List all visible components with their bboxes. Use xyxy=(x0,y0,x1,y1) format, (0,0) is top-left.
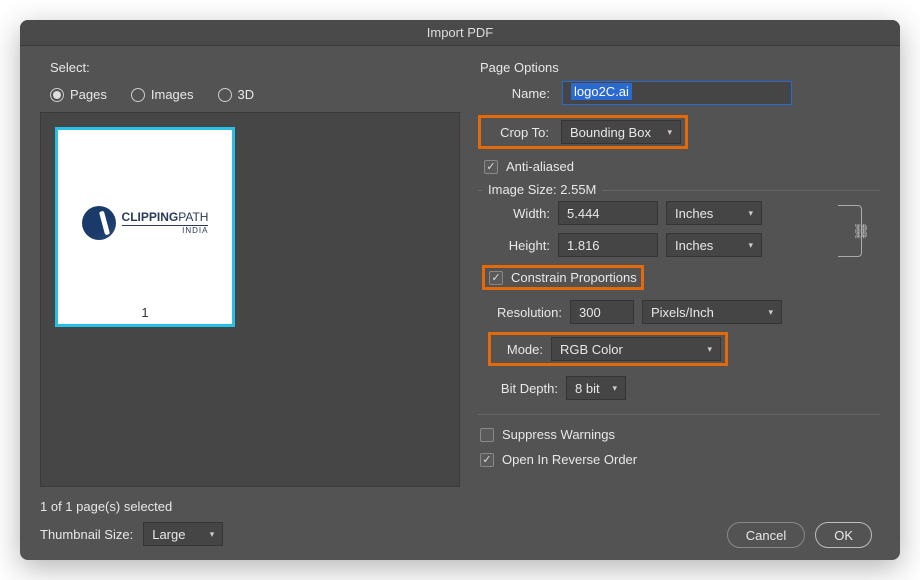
cancel-button[interactable]: Cancel xyxy=(727,522,805,548)
ok-button[interactable]: OK xyxy=(815,522,872,548)
crop-to-value: Bounding Box xyxy=(570,125,651,140)
thumbnail-preview: CLIPPINGPATH INDIA xyxy=(58,130,232,305)
resolution-unit-select[interactable]: Pixels/Inch ▾ xyxy=(642,300,782,324)
height-input[interactable] xyxy=(558,233,658,257)
constrain-label: Constrain Proportions xyxy=(511,270,637,285)
width-unit-value: Inches xyxy=(675,206,713,221)
chevron-down-icon: ▾ xyxy=(768,307,773,318)
chevron-down-icon: ▾ xyxy=(748,208,753,219)
thumbnail-size-select[interactable]: Large ▾ xyxy=(143,522,223,546)
thumbnail-page-number: 1 xyxy=(58,305,232,324)
crop-to-select[interactable]: Bounding Box ▾ xyxy=(561,120,681,144)
constrain-checkbox[interactable] xyxy=(489,271,503,285)
bitdepth-label: Bit Depth: xyxy=(488,381,558,396)
radio-dot-icon xyxy=(131,88,145,102)
name-label: Name: xyxy=(478,86,550,101)
chevron-down-icon: ▾ xyxy=(612,383,617,394)
radio-dot-icon xyxy=(50,88,64,102)
mode-value: RGB Color xyxy=(560,342,623,357)
thumbnail-area[interactable]: CLIPPINGPATH INDIA 1 xyxy=(40,112,460,487)
logo-icon xyxy=(82,206,116,240)
page-thumbnail[interactable]: CLIPPINGPATH INDIA 1 xyxy=(55,127,235,327)
chevron-down-icon: ▾ xyxy=(748,240,753,251)
radio-3d[interactable]: 3D xyxy=(218,87,255,102)
page-options-label: Page Options xyxy=(480,60,880,75)
mode-label: Mode: xyxy=(495,342,543,357)
image-size-label: Image Size: 2.55M xyxy=(482,182,602,197)
radio-pages[interactable]: Pages xyxy=(50,87,107,102)
select-label: Select: xyxy=(50,60,460,75)
mode-select[interactable]: RGB Color ▾ xyxy=(551,337,721,361)
chevron-down-icon: ▾ xyxy=(667,127,672,138)
width-label: Width: xyxy=(488,206,550,221)
import-pdf-dialog: Import PDF Select: Pages Images 3D xyxy=(20,20,900,560)
radio-pages-label: Pages xyxy=(70,87,107,102)
chevron-down-icon: ▾ xyxy=(707,344,712,355)
chevron-down-icon: ▾ xyxy=(210,529,215,540)
suppress-warnings-label: Suppress Warnings xyxy=(502,427,615,442)
width-input[interactable] xyxy=(558,201,658,225)
reverse-order-checkbox[interactable] xyxy=(480,453,494,467)
height-unit-value: Inches xyxy=(675,238,713,253)
resolution-label: Resolution: xyxy=(488,305,562,320)
antialiased-label: Anti-aliased xyxy=(506,159,574,174)
reverse-order-label: Open In Reverse Order xyxy=(502,452,637,467)
height-label: Height: xyxy=(488,238,550,253)
thumbnail-size-label: Thumbnail Size: xyxy=(40,527,133,542)
suppress-warnings-checkbox[interactable] xyxy=(480,428,494,442)
radio-3d-label: 3D xyxy=(238,87,255,102)
bitdepth-select[interactable]: 8 bit ▾ xyxy=(566,376,626,400)
bitdepth-value: 8 bit xyxy=(575,381,600,396)
width-unit-select[interactable]: Inches ▾ xyxy=(666,201,762,225)
thumbnail-size-value: Large xyxy=(152,527,185,542)
resolution-unit-value: Pixels/Inch xyxy=(651,305,714,320)
height-unit-select[interactable]: Inches ▾ xyxy=(666,233,762,257)
radio-images[interactable]: Images xyxy=(131,87,194,102)
selection-info: 1 of 1 page(s) selected xyxy=(40,487,460,522)
crop-to-label: Crop To: xyxy=(485,125,549,140)
name-input[interactable]: logo2C.ai xyxy=(562,81,792,105)
dialog-title: Import PDF xyxy=(20,20,900,46)
antialiased-checkbox[interactable] xyxy=(484,160,498,174)
radio-dot-icon xyxy=(218,88,232,102)
resolution-input[interactable] xyxy=(570,300,634,324)
radio-images-label: Images xyxy=(151,87,194,102)
link-icon[interactable]: ⛓ xyxy=(852,223,870,240)
